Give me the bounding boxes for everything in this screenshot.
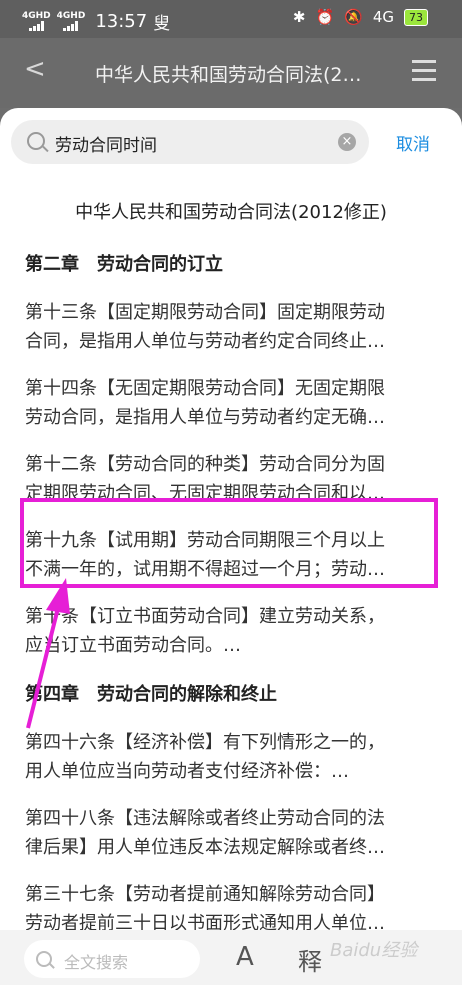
fulltext-search-input[interactable]: 全文搜索 bbox=[24, 940, 200, 978]
pointer-arrow-icon bbox=[26, 578, 70, 729]
search-placeholder: 全文搜索 bbox=[64, 953, 129, 972]
font-size-button[interactable]: A bbox=[236, 942, 254, 972]
interpretation-button[interactable]: 释 bbox=[298, 942, 322, 977]
watermark: Baidu经验 bbox=[330, 940, 418, 961]
search-icon bbox=[36, 951, 52, 967]
